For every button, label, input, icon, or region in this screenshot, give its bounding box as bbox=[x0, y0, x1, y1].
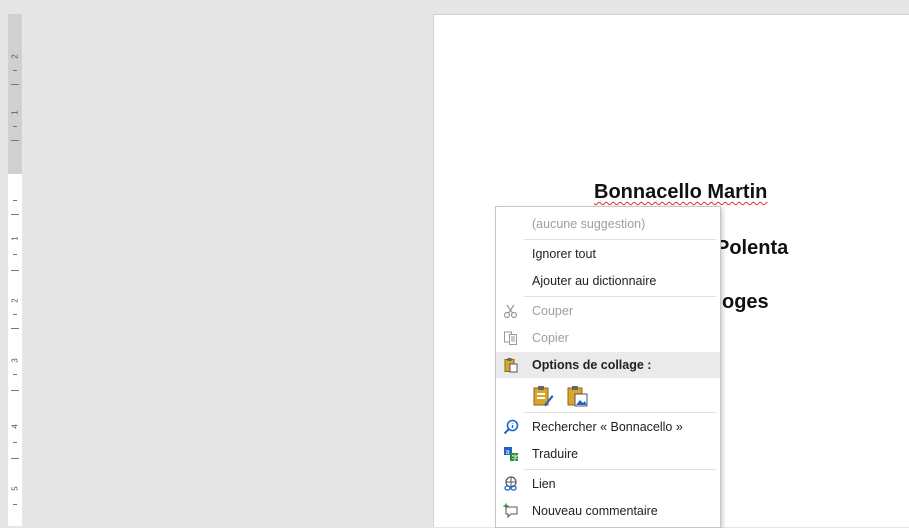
menu-item-label: Copier bbox=[532, 331, 569, 345]
ruler-margin-area bbox=[8, 14, 22, 174]
menu-item-label: Rechercher « Bonnacello » bbox=[532, 420, 683, 434]
link-icon bbox=[498, 471, 524, 497]
vertical-ruler: 2 1 1 2 3 4 5 bbox=[8, 14, 22, 526]
paste-picture-icon[interactable] bbox=[566, 385, 588, 407]
paste-options-header: Options de collage : bbox=[496, 352, 720, 378]
ruler-tick bbox=[11, 328, 19, 329]
ruler-number: 3 bbox=[10, 358, 20, 363]
scissors-icon bbox=[498, 298, 524, 324]
paste-options-row bbox=[532, 383, 588, 409]
ruler-number: 5 bbox=[10, 486, 20, 491]
empty-icon-slot bbox=[498, 241, 524, 267]
ruler-number: 4 bbox=[10, 424, 20, 429]
ruler-tick bbox=[13, 200, 17, 201]
ruler-tick bbox=[11, 84, 19, 85]
smart-lookup-icon bbox=[498, 414, 524, 440]
ruler-tick bbox=[11, 270, 19, 271]
menu-item-label: (aucune suggestion) bbox=[532, 217, 646, 231]
menu-item-add-to-dictionary[interactable]: Ajouter au dictionnaire bbox=[496, 268, 720, 294]
svg-text:字: 字 bbox=[512, 453, 519, 462]
menu-item-label: Traduire bbox=[532, 447, 579, 461]
menu-item-label: Lien bbox=[532, 477, 556, 491]
menu-item-translate[interactable]: a字 Traduire bbox=[496, 441, 720, 467]
ruler-tick bbox=[11, 390, 19, 391]
doc-line-3[interactable]: oges bbox=[722, 291, 769, 314]
menu-item-link[interactable]: Lien bbox=[496, 471, 720, 497]
misspelled-word[interactable]: Bonnacello Martin bbox=[594, 181, 767, 203]
menu-item-cut: Couper bbox=[496, 298, 720, 324]
ruler-number: 2 bbox=[10, 54, 20, 59]
menu-item-ignore-all[interactable]: Ignorer tout bbox=[496, 241, 720, 267]
menu-item-search[interactable]: Rechercher « Bonnacello » bbox=[496, 414, 720, 440]
ruler-tick bbox=[11, 458, 19, 459]
menu-item-label: Ignorer tout bbox=[532, 247, 596, 261]
translate-icon: a字 bbox=[498, 441, 524, 467]
menu-separator bbox=[524, 469, 716, 470]
menu-separator bbox=[524, 239, 716, 240]
menu-item-label: Options de collage : bbox=[532, 358, 652, 372]
ruler-number: 1 bbox=[10, 236, 20, 241]
clipboard-icon bbox=[498, 352, 524, 378]
menu-item-label: Couper bbox=[532, 304, 573, 318]
ruler-tick bbox=[11, 140, 19, 141]
ruler-number: 2 bbox=[10, 298, 20, 303]
paste-keep-formatting-icon[interactable] bbox=[532, 385, 554, 407]
menu-separator bbox=[524, 412, 716, 413]
empty-icon-slot bbox=[498, 268, 524, 294]
menu-item-label: Ajouter au dictionnaire bbox=[532, 274, 657, 288]
ruler-tick bbox=[13, 314, 17, 315]
menu-item-label: Nouveau commentaire bbox=[532, 504, 658, 518]
new-comment-icon bbox=[498, 498, 524, 524]
doc-line-1[interactable]: Bonnacello Martin bbox=[594, 181, 767, 204]
ruler-tick bbox=[13, 442, 17, 443]
context-menu: (aucune suggestion) Ignorer tout Ajouter… bbox=[495, 206, 721, 528]
ruler-tick bbox=[13, 374, 17, 375]
ruler-tick bbox=[13, 504, 17, 505]
menu-separator bbox=[524, 296, 716, 297]
ruler-tick bbox=[13, 254, 17, 255]
menu-item-no-suggestion: (aucune suggestion) bbox=[496, 211, 720, 237]
menu-item-new-comment[interactable]: Nouveau commentaire bbox=[496, 498, 720, 524]
menu-item-copy: Copier bbox=[496, 325, 720, 351]
ruler-number: 1 bbox=[10, 110, 20, 115]
empty-icon-slot bbox=[498, 211, 524, 237]
svg-text:a: a bbox=[506, 448, 510, 456]
doc-line-2[interactable]: Polenta bbox=[716, 237, 788, 260]
ruler-tick bbox=[13, 70, 17, 71]
ruler-tick bbox=[13, 126, 17, 127]
ruler-tick bbox=[11, 214, 19, 215]
copy-icon bbox=[498, 325, 524, 351]
